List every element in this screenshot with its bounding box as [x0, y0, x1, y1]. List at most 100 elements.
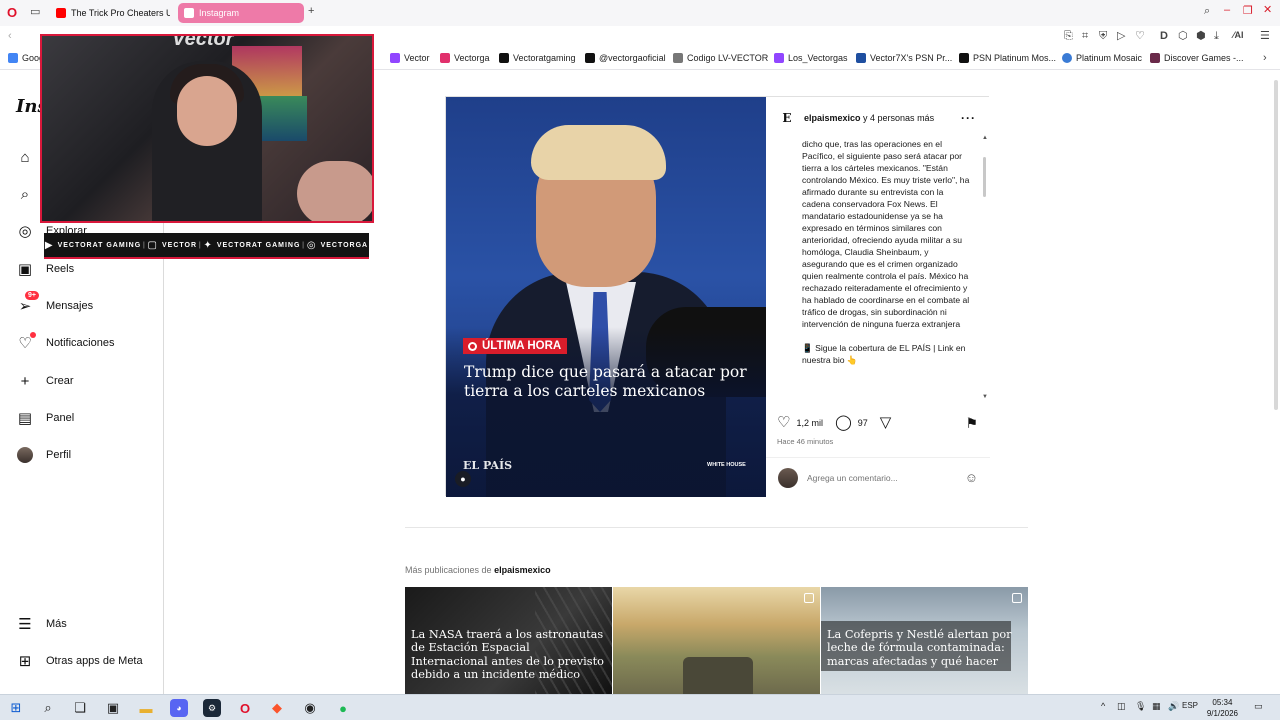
- scrollbar-thumb[interactable]: [983, 157, 986, 197]
- extension-icon[interactable]: ⬡: [1178, 31, 1188, 42]
- tray-overflow-icon[interactable]: ^: [1101, 701, 1105, 711]
- extension-d-icon[interactable]: D: [1160, 31, 1168, 42]
- bookmark-item[interactable]: Vectoratgaming: [499, 53, 576, 63]
- steam-icon[interactable]: ⚙: [203, 699, 221, 717]
- shield-icon[interactable]: ⛨: [1099, 31, 1107, 42]
- microphone-icon[interactable]: 🎙: [1135, 701, 1146, 712]
- restore-icon[interactable]: ❐: [1243, 6, 1253, 17]
- network-icon[interactable]: ▦: [1152, 701, 1161, 712]
- sidebar-item-reels[interactable]: ▣ Reels: [16, 260, 74, 278]
- obs-icon[interactable]: ◉: [301, 699, 319, 717]
- comment-icon[interactable]: ◯: [835, 415, 852, 430]
- menu-icon[interactable]: ☰: [1260, 31, 1270, 42]
- bookmark-item[interactable]: Vector: [390, 53, 430, 63]
- language-indicator[interactable]: ESP: [1182, 701, 1198, 710]
- account-name[interactable]: elpaismexico: [804, 113, 861, 123]
- bookmarks-overflow-icon[interactable]: ›: [1263, 53, 1267, 64]
- bookmark-item[interactable]: Vector7X's PSN Pr...: [856, 53, 952, 63]
- minimize-icon[interactable]: –: [1224, 5, 1230, 16]
- comment-count[interactable]: 97: [858, 418, 868, 428]
- app-icon[interactable]: ▣: [104, 699, 122, 717]
- save-icon[interactable]: ⚑: [965, 415, 978, 432]
- user-tag-icon[interactable]: ●: [455, 471, 471, 487]
- bookmark-item[interactable]: Goog: [8, 53, 44, 63]
- bookmark-label: Vectoratgaming: [513, 53, 576, 63]
- youtube-icon: ▶: [44, 239, 54, 251]
- close-icon[interactable]: ✕: [1263, 5, 1272, 16]
- account-avatar[interactable]: E: [778, 109, 796, 127]
- spotify-icon[interactable]: ●: [334, 699, 352, 717]
- file-explorer-icon[interactable]: ▬: [137, 699, 155, 717]
- sidebar-item-more[interactable]: ☰ Más: [16, 615, 67, 633]
- post-image[interactable]: ÚLTIMA HORA Trump dice que pasará a atac…: [446, 97, 766, 497]
- bookmark-item[interactable]: Codigo LV-VECTOR: [673, 53, 768, 63]
- tab-instagram[interactable]: Instagram: [178, 3, 304, 23]
- windows-start-icon[interactable]: ⊞: [7, 699, 25, 717]
- bookmark-item[interactable]: PSN Platinum Mos...: [959, 53, 1056, 63]
- task-view-icon[interactable]: ❏: [71, 699, 89, 717]
- system-clock[interactable]: 05:34 9/1/2026: [1207, 697, 1238, 719]
- sidebar-item-create[interactable]: + Crear: [16, 372, 74, 390]
- ai-icon[interactable]: ⁄AI: [1233, 31, 1244, 40]
- comment-composer: ☺: [766, 457, 990, 497]
- streamer-face: [177, 76, 237, 146]
- chart-icon: ▤: [17, 410, 33, 427]
- new-tab-icon[interactable]: +: [308, 6, 314, 17]
- sidebar-item-search[interactable]: ⌕: [16, 185, 34, 203]
- workspaces-icon[interactable]: ▭: [30, 7, 40, 18]
- more-post-thumbnail[interactable]: La Cofepris y Nestlé alertan por leche d…: [821, 587, 1028, 694]
- bookmark-item[interactable]: @vectorgaoficial: [585, 53, 666, 63]
- sidebar-item-panel[interactable]: ▤ Panel: [16, 409, 74, 427]
- snapshot-icon[interactable]: ⎘: [1064, 31, 1073, 42]
- brave-icon[interactable]: ◆: [268, 699, 286, 717]
- volume-icon[interactable]: 🔊: [1168, 701, 1179, 712]
- heart-outline-icon[interactable]: ♡: [1135, 31, 1145, 42]
- thumbnail-headline: La NASA traerá a los astronautas de Esta…: [411, 628, 604, 681]
- back-icon[interactable]: ‹: [8, 31, 12, 42]
- scroll-down-icon[interactable]: ▼: [982, 394, 988, 400]
- caption-scrollbar[interactable]: ▲ ▼: [982, 135, 988, 403]
- page-scrollbar[interactable]: [1272, 70, 1280, 694]
- opera-icon[interactable]: O: [236, 699, 254, 717]
- sidebar-item-notifications[interactable]: ♡ Notificaciones: [16, 332, 115, 352]
- collaborators[interactable]: y 4 personas más: [861, 113, 934, 123]
- browser-tab-bar: O ▭ The Trick Pro Cheaters Us Instagram …: [0, 0, 1280, 26]
- bookmark-item[interactable]: Los_Vectorgas: [774, 53, 848, 63]
- tray-app-icon[interactable]: ◫: [1117, 701, 1126, 712]
- tab-label: Instagram: [199, 8, 240, 18]
- discord-icon[interactable]: ◕: [170, 699, 188, 717]
- tab-label: The Trick Pro Cheaters Us: [71, 8, 170, 18]
- more-post-thumbnail[interactable]: [613, 587, 820, 694]
- reels-icon: ▣: [17, 261, 33, 278]
- sidebar-item-meta-apps[interactable]: ⊞ Otras apps de Meta: [16, 652, 143, 670]
- clock-time: 05:34: [1212, 698, 1233, 707]
- sidebar-item-messages[interactable]: ➢ 9+ Mensajes: [16, 291, 93, 315]
- sidebar-item-label: Notificaciones: [46, 337, 115, 349]
- opera-logo-icon[interactable]: O: [7, 6, 17, 19]
- more-options-icon[interactable]: ···: [961, 111, 976, 125]
- sidebar-item-profile[interactable]: Perfil: [16, 446, 71, 464]
- bookmark-item[interactable]: Vectorga: [440, 53, 490, 63]
- section-divider: [405, 527, 1028, 528]
- search-icon[interactable]: ⌕: [39, 699, 57, 717]
- scroll-up-icon[interactable]: ▲: [982, 135, 988, 141]
- more-post-thumbnail[interactable]: La NASA traerá a los astronautas de Esta…: [405, 587, 612, 694]
- more-posts-account[interactable]: elpaismexico: [494, 565, 551, 575]
- bookmark-item[interactable]: Discover Games -...: [1150, 53, 1244, 63]
- like-icon[interactable]: ♡: [777, 415, 790, 430]
- search-tabs-icon[interactable]: ⌕: [1204, 6, 1210, 17]
- sidebar-item-label: Reels: [46, 263, 75, 275]
- emoji-icon[interactable]: ☺: [965, 470, 978, 485]
- share-icon[interactable]: ▽: [880, 415, 892, 430]
- cube-icon[interactable]: ⬢: [1196, 31, 1206, 42]
- comment-input[interactable]: [807, 472, 956, 483]
- capture-icon[interactable]: ⌗: [1082, 31, 1088, 42]
- bookmark-item[interactable]: Platinum Mosaic: [1062, 53, 1142, 63]
- like-count[interactable]: 1,2 mil: [796, 418, 823, 428]
- play-icon[interactable]: ▷: [1117, 31, 1125, 42]
- page-scrollbar-thumb[interactable]: [1274, 80, 1278, 410]
- tab-youtube[interactable]: The Trick Pro Cheaters Us: [50, 3, 170, 23]
- sidebar-item-home[interactable]: ⌂: [16, 148, 34, 166]
- download-icon[interactable]: ⤓: [1214, 31, 1219, 42]
- notifications-icon[interactable]: ▭: [1254, 701, 1263, 712]
